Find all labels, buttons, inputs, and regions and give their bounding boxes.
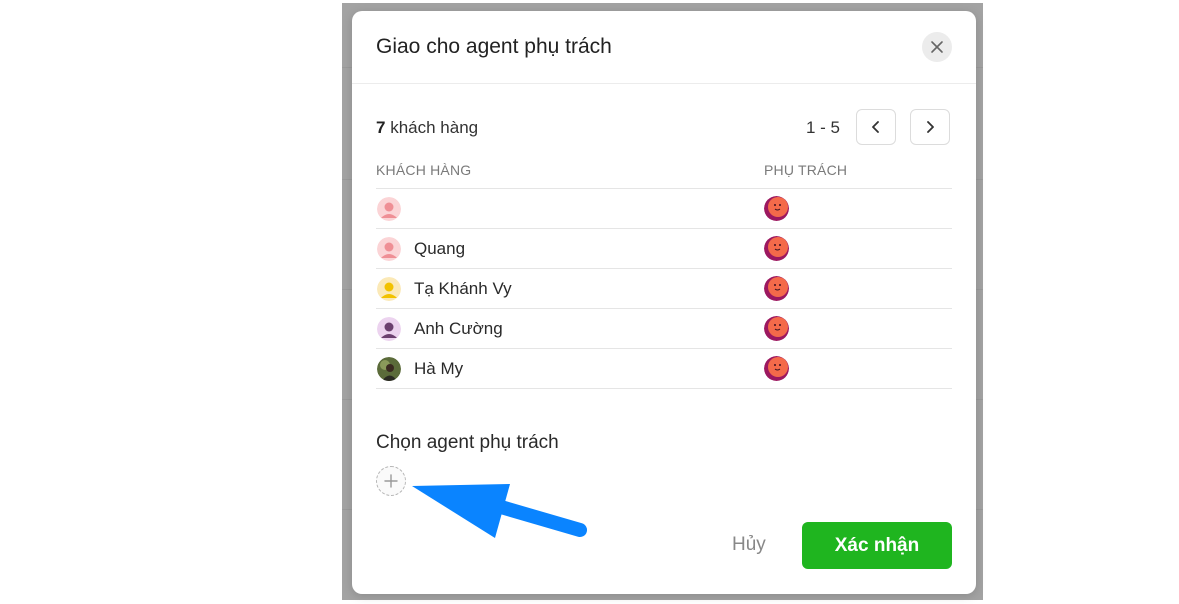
annotation-arrow-icon bbox=[412, 484, 587, 538]
modal-header: Giao cho agent phụ trách bbox=[352, 11, 976, 84]
column-header-agent: PHỤ TRÁCH bbox=[764, 162, 848, 178]
customer-table: KHÁCH HÀNG PHỤ TRÁCH Quang Tạ Khánh Vy A… bbox=[376, 158, 952, 389]
agent-avatar-icon bbox=[764, 276, 789, 301]
close-button[interactable] bbox=[922, 32, 952, 62]
choose-agent-label: Chọn agent phụ trách bbox=[376, 432, 559, 453]
page-range: 1 - 5 bbox=[806, 118, 841, 137]
customer-name: Anh Cường bbox=[414, 319, 503, 338]
customer-name: Quang bbox=[414, 239, 466, 258]
customer-avatar-icon bbox=[377, 197, 401, 221]
add-agent-button[interactable] bbox=[376, 466, 406, 496]
customer-avatar-icon bbox=[377, 317, 401, 341]
confirm-button[interactable]: Xác nhận bbox=[802, 522, 952, 569]
table-row bbox=[376, 189, 952, 229]
customer-count-label: khách hàng bbox=[390, 118, 479, 137]
column-header-customer: KHÁCH HÀNG bbox=[376, 162, 472, 178]
agent-avatar-icon bbox=[764, 196, 789, 221]
table-row: Anh Cường bbox=[376, 309, 952, 349]
table-row: Quang bbox=[376, 229, 952, 269]
customer-count-number: 7 bbox=[376, 118, 386, 137]
close-icon bbox=[931, 41, 943, 53]
customer-name: Hà My bbox=[414, 359, 464, 378]
prev-page-button[interactable] bbox=[856, 109, 896, 145]
table-row: Hà My bbox=[376, 349, 952, 389]
plus-icon bbox=[384, 474, 398, 488]
next-page-button[interactable] bbox=[910, 109, 950, 145]
table-header: KHÁCH HÀNG PHỤ TRÁCH bbox=[376, 158, 952, 189]
customer-name: Tạ Khánh Vy bbox=[414, 279, 512, 298]
modal-title: Giao cho agent phụ trách bbox=[376, 35, 612, 58]
customer-count: 7 khách hàng bbox=[376, 118, 478, 138]
agent-avatar-icon bbox=[764, 236, 789, 261]
table-row: Tạ Khánh Vy bbox=[376, 269, 952, 309]
cancel-button[interactable]: Hủy bbox=[732, 534, 766, 556]
agent-avatar-icon bbox=[764, 356, 789, 381]
agent-avatar-icon bbox=[764, 316, 789, 341]
customer-avatar-icon bbox=[377, 237, 401, 261]
customer-avatar-icon bbox=[377, 357, 401, 381]
customer-avatar-icon bbox=[377, 277, 401, 301]
chevron-right-icon bbox=[927, 121, 934, 133]
chevron-left-icon bbox=[872, 121, 879, 133]
